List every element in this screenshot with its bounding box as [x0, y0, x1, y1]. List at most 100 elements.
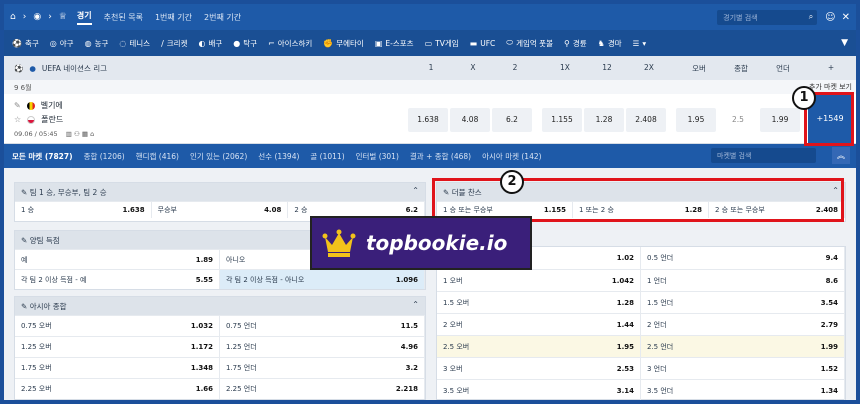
tab-second-period[interactable]: 2번째 기간: [204, 12, 241, 23]
basketball-icon: ◍: [84, 38, 92, 48]
odd-cell[interactable]: 1.25 언더 4.96: [220, 337, 425, 357]
odd-cell-selected[interactable]: 각 팀 2 이상 득점 - 아니오 1.096: [220, 270, 425, 289]
gamepad-icon: ▣: [374, 38, 383, 48]
odd-cell[interactable]: 1 승 1.638: [15, 202, 152, 218]
odd-cell[interactable]: 0.75 오버 1.032: [15, 316, 220, 336]
sport-ufc[interactable]: ▬ UFC: [470, 39, 496, 48]
odd-cell[interactable]: 1.75 언더 3.2: [220, 358, 425, 378]
user-icon[interactable]: ☺: [825, 12, 835, 23]
sport-baseball[interactable]: ◎ 야구: [50, 38, 74, 49]
lineup-icon[interactable]: ⚇: [74, 130, 80, 138]
filter-icon[interactable]: ▼: [841, 38, 848, 48]
sport-cricket[interactable]: ∕ 크리켓: [161, 38, 187, 49]
field-icon[interactable]: ▦: [82, 130, 88, 138]
odd-12[interactable]: 1.28: [584, 108, 624, 132]
odd-cell[interactable]: 2.25 오버 1.66: [15, 379, 220, 399]
odd-cell[interactable]: 1.25 오버 1.172: [15, 337, 220, 357]
sport-tv-games[interactable]: ▭ TV게임: [425, 38, 459, 49]
pin-icon[interactable]: ✎: [21, 302, 27, 311]
chevron-up-icon[interactable]: ⌃: [412, 300, 419, 309]
tab-recommended[interactable]: 추천된 목록: [104, 12, 143, 23]
tab-popular[interactable]: 인기 있는 (2062): [190, 151, 247, 162]
pin-icon[interactable]: ✎: [21, 236, 27, 245]
odd-x[interactable]: 4.08: [450, 108, 490, 132]
chevron-up-icon[interactable]: ⌃: [412, 186, 419, 195]
collapse-all-icon[interactable]: ︽: [832, 147, 850, 164]
header-icons: ☺ ✕: [825, 12, 850, 23]
more-sports-menu[interactable]: ☰ ▾: [633, 39, 647, 48]
callout-two: 2: [500, 170, 524, 194]
tab-matches[interactable]: 경기: [76, 10, 92, 25]
odd-cell[interactable]: 3.5 언더 1.34: [641, 380, 845, 400]
pin-icon[interactable]: ✎: [21, 188, 27, 197]
odd-cell[interactable]: 1.5 언더 3.54: [641, 292, 845, 313]
odd-cell[interactable]: 0.5 언더 9.4: [641, 247, 845, 269]
odd-cell[interactable]: 1 언더 8.6: [641, 270, 845, 291]
sport-american-football[interactable]: ⬭ 게임억 풋볼: [506, 38, 553, 49]
home-team[interactable]: ✎ 벨기에: [14, 100, 63, 111]
match-row[interactable]: ✎ 벨기에 ☆ 폴란드 09.06 / 05:45 ▥ ⚇ ▦ ⌂ 1.638 …: [4, 94, 856, 144]
tab-total[interactable]: 종합 (1206): [84, 151, 125, 162]
odd-cell[interactable]: 2 오버 1.44: [437, 314, 641, 335]
star-icon[interactable]: ☆: [14, 115, 21, 124]
col-header-1x: 1X: [560, 63, 570, 72]
odd-cell[interactable]: 1.5 오버 1.28: [437, 292, 641, 313]
more-markets-link[interactable]: 추가 마켓 보기: [809, 82, 852, 92]
search-icon: ⌕: [808, 11, 814, 21]
col-header-2x: 2X: [644, 63, 654, 72]
market-row: 3 오버 2.53 3 언더 1.52: [437, 357, 845, 379]
market-title[interactable]: ✎ 팀 1 승, 무승부, 팀 2 승 ⌃: [15, 183, 425, 201]
odd-cell[interactable]: 1 오버 1.042: [437, 270, 641, 291]
tab-asian-markets[interactable]: 아시아 마켓 (142): [482, 151, 541, 162]
odd-over[interactable]: 1.95: [676, 108, 716, 132]
tab-all-markets[interactable]: 모든 마켓 (7827): [12, 151, 73, 162]
odd-cell[interactable]: 1.75 오버 1.348: [15, 358, 220, 378]
odd-cell[interactable]: 3.5 오버 3.14: [437, 380, 641, 400]
sport-muay-thai[interactable]: ✊ 무에타이: [323, 38, 364, 49]
odd-2x[interactable]: 2.408: [626, 108, 666, 132]
odd-cell[interactable]: 3 언더 1.52: [641, 358, 845, 379]
sport-esports[interactable]: ▣ E-스포츠: [375, 38, 414, 49]
tab-interval[interactable]: 인터벌 (301): [356, 151, 399, 162]
odd-under[interactable]: 1.99: [760, 108, 800, 132]
sport-horse-racing[interactable]: ♞ 경마: [598, 38, 622, 49]
tab-players[interactable]: 선수 (1394): [258, 151, 299, 162]
home-icon[interactable]: ⌂: [10, 12, 16, 22]
odd-cell[interactable]: 예 1.89: [15, 250, 220, 269]
tab-first-period[interactable]: 1번째 기간: [155, 12, 192, 23]
odd-cell[interactable]: 무승부 4.08: [152, 202, 289, 218]
odd-cell[interactable]: 각 팀 2 이상 득점 - 예 5.55: [15, 270, 220, 289]
league-title[interactable]: ⚽ ● UEFA 네이션스 리그: [4, 63, 107, 74]
sport-volleyball[interactable]: ◐ 배구: [198, 38, 222, 49]
market-search-input[interactable]: 마켓별 검색: [711, 148, 816, 163]
sport-cycling[interactable]: ⚲ 경륜: [564, 38, 587, 49]
close-icon[interactable]: ✕: [842, 12, 850, 23]
odd-cell-highlighted[interactable]: 2.5 오버 1.95: [437, 336, 641, 357]
odd-cell[interactable]: 0.75 언더 11.5: [220, 316, 425, 336]
odd-cell[interactable]: 3 오버 2.53: [437, 358, 641, 379]
odd-cell[interactable]: 2 언더 2.79: [641, 314, 845, 335]
sport-basketball[interactable]: ◍ 농구: [85, 38, 109, 49]
cricket-icon: ∕: [161, 38, 164, 48]
tab-goals[interactable]: 골 (1011): [310, 151, 344, 162]
tab-handicap[interactable]: 핸디캡 (416): [136, 151, 179, 162]
soccer-ball-icon[interactable]: ◉: [33, 12, 41, 22]
stadium-icon[interactable]: ⌂: [90, 130, 94, 138]
sport-tennis[interactable]: ◌ 테니스: [119, 38, 150, 49]
tab-result-total[interactable]: 결과 + 종합 (468): [410, 151, 471, 162]
sport-soccer[interactable]: ⚽ 축구: [12, 38, 39, 49]
market-title[interactable]: ✎ 아시아 종합 ⌃: [15, 297, 425, 315]
odd-cell-highlighted[interactable]: 2.5 언더 1.99: [641, 336, 845, 357]
trophy-icon[interactable]: ♕: [59, 12, 67, 22]
soccer-icon: ⚽: [14, 63, 24, 73]
odd-1[interactable]: 1.638: [408, 108, 448, 132]
away-team[interactable]: ☆ 폴란드: [14, 114, 63, 125]
sport-table-tennis[interactable]: ● 탁구: [233, 38, 257, 49]
stats-icon[interactable]: ▥: [66, 130, 72, 138]
odd-1x[interactable]: 1.155: [542, 108, 582, 132]
odd-2[interactable]: 6.2: [492, 108, 532, 132]
pin-icon[interactable]: ✎: [14, 101, 21, 110]
odd-cell[interactable]: 2.25 언더 2.218: [220, 379, 425, 399]
match-search-input[interactable]: 경기별 검색 ⌕: [717, 9, 818, 25]
sport-ice-hockey[interactable]: ⌐ 아이스하키: [268, 38, 312, 49]
